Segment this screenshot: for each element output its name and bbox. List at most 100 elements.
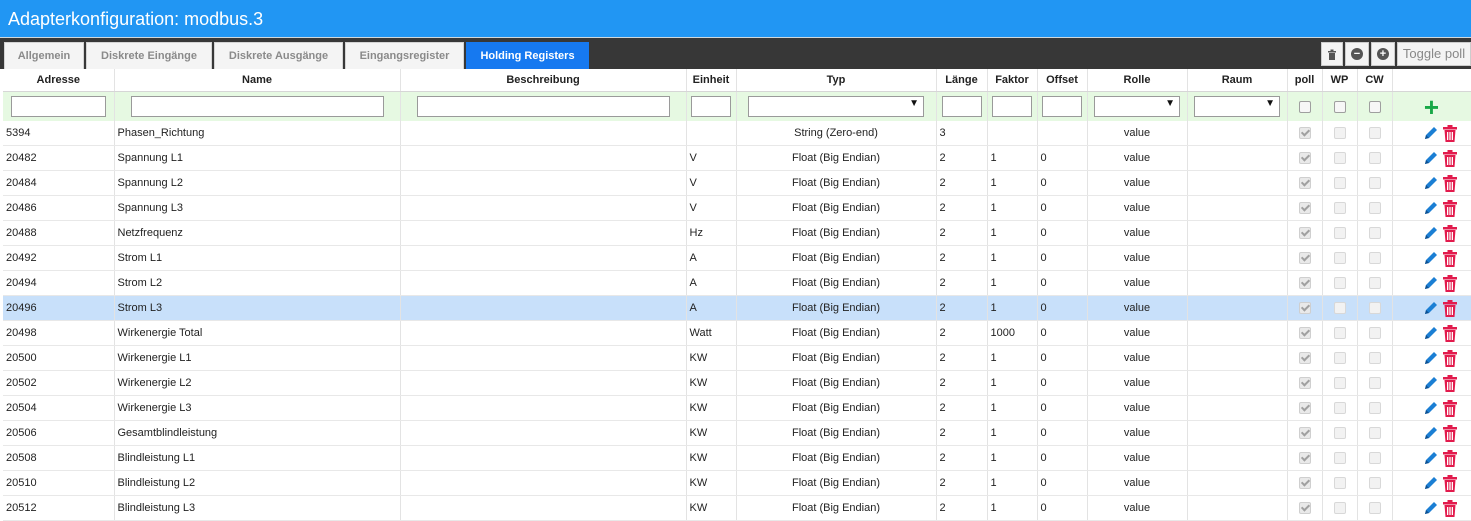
col-header-faktor[interactable]: Faktor — [987, 69, 1038, 92]
cw-checkbox[interactable] — [1368, 477, 1381, 489]
table-row[interactable]: 20502 Wirkenergie L2 KW Float (Big Endian) 2… — [3, 370, 1471, 396]
edit-button[interactable] — [1423, 425, 1439, 441]
cw-checkbox[interactable] — [1368, 177, 1381, 189]
filter-wp-checkbox[interactable] — [1333, 100, 1346, 113]
cw-checkbox[interactable] — [1368, 227, 1381, 239]
table-row[interactable]: 20492 Strom L1 A Float (Big Endian) 2 1 0 value — [3, 245, 1471, 271]
edit-button[interactable] — [1423, 175, 1439, 191]
edit-button[interactable] — [1423, 225, 1439, 241]
delete-button[interactable] — [1442, 474, 1457, 492]
edit-button[interactable] — [1423, 125, 1439, 141]
edit-button[interactable] — [1423, 350, 1439, 366]
edit-button[interactable] — [1423, 275, 1439, 291]
poll-checkbox[interactable] — [1298, 452, 1311, 464]
edit-button[interactable] — [1423, 200, 1439, 216]
delete-button[interactable] — [1442, 374, 1457, 392]
wp-checkbox[interactable] — [1333, 327, 1346, 339]
wp-checkbox[interactable] — [1333, 227, 1346, 239]
table-row[interactable]: 20512 Blindleistung L3 KW Float (Big Endian… — [3, 495, 1471, 521]
edit-button[interactable] — [1423, 150, 1439, 166]
delete-button[interactable] — [1442, 174, 1457, 192]
table-row[interactable]: 20486 Spannung L3 V Float (Big Endian) 2 1 0 va… — [3, 195, 1471, 221]
delete-button[interactable] — [1442, 199, 1457, 217]
col-header-poll[interactable]: poll — [1287, 69, 1323, 92]
wp-checkbox[interactable] — [1333, 402, 1346, 414]
poll-checkbox[interactable] — [1298, 352, 1311, 364]
wp-checkbox[interactable] — [1333, 377, 1346, 389]
wp-checkbox[interactable] — [1333, 502, 1346, 514]
cw-checkbox[interactable] — [1368, 427, 1381, 439]
cw-checkbox[interactable] — [1368, 327, 1381, 339]
wp-checkbox[interactable] — [1333, 152, 1346, 164]
poll-checkbox[interactable] — [1298, 277, 1311, 289]
cw-checkbox[interactable] — [1368, 352, 1381, 364]
wp-checkbox[interactable] — [1333, 202, 1346, 214]
col-header-wp[interactable]: WP — [1322, 69, 1358, 92]
cw-checkbox[interactable] — [1368, 502, 1381, 514]
tab-diskrete-ausgaenge[interactable]: Diskrete Ausgänge — [214, 42, 343, 69]
filter-offset-input[interactable] — [1042, 96, 1082, 117]
poll-checkbox[interactable] — [1298, 302, 1311, 314]
add-row-button[interactable]: + — [1392, 91, 1471, 121]
table-row[interactable]: 20482 Spannung L1 V Float (Big Endian) 2 1 0 va… — [3, 145, 1471, 171]
collapse-button[interactable]: − — [1345, 42, 1369, 66]
tab-holding-registers[interactable]: Holding Registers — [466, 42, 589, 69]
col-header-adresse[interactable]: Adresse — [3, 69, 115, 92]
cw-checkbox[interactable] — [1368, 402, 1381, 414]
delete-button[interactable] — [1442, 274, 1457, 292]
tab-eingangsregister[interactable]: Eingangsregister — [345, 42, 464, 69]
table-row[interactable]: 20484 Spannung L2 V Float (Big Endian) 2 1 0 va… — [3, 170, 1471, 196]
edit-button[interactable] — [1423, 450, 1439, 466]
wp-checkbox[interactable] — [1333, 452, 1346, 464]
cw-checkbox[interactable] — [1368, 152, 1381, 164]
table-row[interactable]: 20508 Blindleistung L1 KW Float (Big Endian… — [3, 445, 1471, 471]
delete-button[interactable] — [1442, 324, 1457, 342]
trash-button[interactable] — [1321, 42, 1343, 66]
filter-faktor-input[interactable] — [992, 96, 1032, 117]
col-header-raum[interactable]: Raum — [1187, 69, 1288, 92]
cw-checkbox[interactable] — [1368, 127, 1381, 139]
cw-checkbox[interactable] — [1368, 377, 1381, 389]
poll-checkbox[interactable] — [1298, 252, 1311, 264]
filter-poll-checkbox[interactable] — [1298, 100, 1311, 113]
wp-checkbox[interactable] — [1333, 252, 1346, 264]
table-row[interactable]: 20510 Blindleistung L2 KW Float (Big Endian… — [3, 470, 1471, 496]
col-header-einheit[interactable]: Einheit — [686, 69, 737, 92]
delete-button[interactable] — [1442, 499, 1457, 517]
edit-button[interactable] — [1423, 325, 1439, 341]
col-header-laenge[interactable]: Länge — [936, 69, 988, 92]
filter-cw-checkbox[interactable] — [1368, 100, 1381, 113]
tab-allgemein[interactable]: Allgemein — [4, 42, 84, 69]
delete-button[interactable] — [1442, 424, 1457, 442]
col-header-beschreibung[interactable]: Beschreibung — [400, 69, 687, 92]
poll-checkbox[interactable] — [1298, 202, 1311, 214]
wp-checkbox[interactable] — [1333, 177, 1346, 189]
tab-diskrete-eingaenge[interactable]: Diskrete Eingänge — [86, 42, 212, 69]
col-header-rolle[interactable]: Rolle — [1087, 69, 1188, 92]
table-row[interactable]: 20498 Wirkenergie Total Watt Float (Big End… — [3, 320, 1471, 346]
wp-checkbox[interactable] — [1333, 427, 1346, 439]
col-header-cw[interactable]: CW — [1357, 69, 1393, 92]
delete-button[interactable] — [1442, 349, 1457, 367]
delete-button[interactable] — [1442, 224, 1457, 242]
delete-button[interactable] — [1442, 399, 1457, 417]
table-row[interactable]: 20506 Gesamtblindleistung KW Float (Big End… — [3, 420, 1471, 446]
edit-button[interactable] — [1423, 300, 1439, 316]
filter-beschreibung-input[interactable] — [416, 96, 670, 117]
table-row[interactable]: 20494 Strom L2 A Float (Big Endian) 2 1 0 value — [3, 270, 1471, 296]
table-row[interactable]: 20488 Netzfrequenz Hz Float (Big Endian) 2 1 0… — [3, 220, 1471, 246]
cw-checkbox[interactable] — [1368, 202, 1381, 214]
wp-checkbox[interactable] — [1333, 477, 1346, 489]
filter-laenge-input[interactable] — [941, 96, 982, 117]
filter-adresse-input[interactable] — [10, 96, 106, 117]
table-row[interactable]: 20500 Wirkenergie L1 KW Float (Big Endian) 2… — [3, 345, 1471, 371]
poll-checkbox[interactable] — [1298, 227, 1311, 239]
wp-checkbox[interactable] — [1333, 302, 1346, 314]
delete-button[interactable] — [1442, 249, 1457, 267]
expand-button[interactable]: + — [1371, 42, 1395, 66]
edit-button[interactable] — [1423, 375, 1439, 391]
poll-checkbox[interactable] — [1298, 477, 1311, 489]
wp-checkbox[interactable] — [1333, 127, 1346, 139]
filter-einheit-input[interactable] — [691, 96, 731, 117]
edit-button[interactable] — [1423, 475, 1439, 491]
